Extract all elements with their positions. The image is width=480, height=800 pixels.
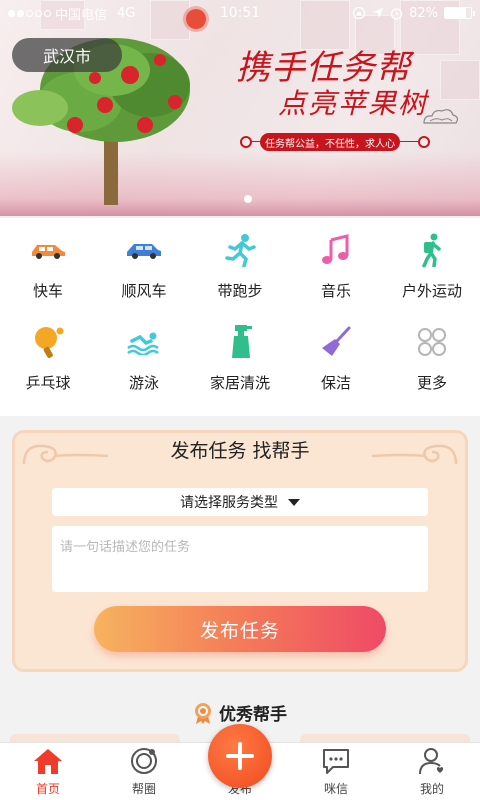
tab-label: 咪信 <box>323 782 348 796</box>
plus-icon <box>226 742 254 770</box>
ping-pong-icon <box>28 322 68 362</box>
category-home-cleaning[interactable]: 家居清洗 <box>192 322 288 414</box>
runner-icon <box>220 230 260 270</box>
sun-decoration <box>186 9 206 29</box>
category-label: 更多 <box>416 374 447 392</box>
music-note-icon <box>316 230 356 270</box>
network-type: 4G <box>117 5 136 21</box>
helper-card-peek <box>300 734 470 742</box>
category-housekeeping[interactable]: 保洁 <box>288 322 384 414</box>
excellent-helpers-title: 优秀帮手 <box>219 705 287 725</box>
tab-help-circle[interactable]: 帮圈 <box>96 743 192 800</box>
grid-more-icon <box>412 322 452 362</box>
service-type-value: 请选择服务类型 <box>180 495 278 511</box>
alarm-icon <box>390 7 403 20</box>
category-outdoor-sports[interactable]: 户外运动 <box>384 230 480 322</box>
broom-icon <box>316 322 356 362</box>
banner-slogan: 携手任务帮 点亮苹果树 任务帮公益，不任性，求人心 <box>230 40 470 160</box>
tab-profile[interactable]: 我的 <box>384 743 480 800</box>
publish-task-card: 发布任务 找帮手 请选择服务类型 发布任务 <box>12 430 468 672</box>
task-description-input[interactable] <box>52 526 428 592</box>
category-more[interactable]: 更多 <box>384 322 480 414</box>
slogan-tagline: 任务帮公益，不任性，求人心 <box>260 133 400 151</box>
circle-icon <box>128 745 160 777</box>
sedan-icon <box>124 230 164 270</box>
helper-card-peek <box>10 734 180 742</box>
hiker-icon <box>412 230 452 270</box>
city-selector-button[interactable]: 武汉市 <box>12 38 122 72</box>
category-label: 快车 <box>32 282 63 300</box>
slogan-line-2: 点亮苹果树 <box>278 87 429 120</box>
category-label: 乒乓球 <box>25 374 71 392</box>
medal-icon <box>195 702 211 724</box>
tab-label: 首页 <box>35 782 60 796</box>
publish-card-title: 发布任务 找帮手 <box>170 440 310 462</box>
carrier-name: 中国电信 <box>55 7 108 23</box>
user-icon <box>416 745 448 777</box>
service-type-dropdown[interactable]: 请选择服务类型 <box>52 488 428 516</box>
publish-task-button[interactable]: 发布任务 <box>94 606 386 652</box>
banner-carousel[interactable]: 中国电信 4G 10:51 82% 武汉市 携手任务帮 点亮苹果树 任务帮公益，… <box>0 0 480 216</box>
category-label: 音乐 <box>320 282 351 300</box>
tab-home[interactable]: 首页 <box>0 743 96 800</box>
car-icon <box>28 230 68 270</box>
category-label: 户外运动 <box>401 282 462 300</box>
status-bar: 中国电信 4G 10:51 82% <box>0 0 480 26</box>
battery-icon <box>444 7 475 19</box>
chat-icon <box>320 745 352 777</box>
lock-rotation-icon <box>352 6 366 20</box>
category-swimming[interactable]: 游泳 <box>96 322 192 414</box>
category-carpool[interactable]: 顺风车 <box>96 230 192 322</box>
spray-bottle-icon <box>220 322 260 362</box>
category-label: 带跑步 <box>217 282 263 300</box>
caret-down-icon <box>288 498 300 506</box>
carousel-indicator <box>244 195 252 203</box>
category-label: 顺风车 <box>121 282 167 300</box>
category-ping-pong[interactable]: 乒乓球 <box>0 322 96 414</box>
category-running[interactable]: 带跑步 <box>192 230 288 322</box>
category-label: 保洁 <box>320 374 351 392</box>
home-icon <box>32 745 64 777</box>
category-express-car[interactable]: 快车 <box>0 230 96 322</box>
excellent-helpers-header: 优秀帮手 <box>0 700 480 725</box>
tab-label: 帮圈 <box>131 782 156 796</box>
service-category-grid: 快车 顺风车 带跑步 音乐 户外运动 乒乓球 游泳 家居清洗 保洁 更多 <box>0 218 480 416</box>
battery-percent: 82% <box>409 5 438 21</box>
location-arrow-icon <box>373 8 384 18</box>
category-music[interactable]: 音乐 <box>288 230 384 322</box>
tab-messages[interactable]: 咪信 <box>288 743 384 800</box>
category-label: 家居清洗 <box>209 374 270 392</box>
cloud-decoration-icon <box>423 109 459 124</box>
slogan-right-circle <box>418 136 430 148</box>
tab-label: 我的 <box>419 782 444 796</box>
category-label: 游泳 <box>128 374 159 392</box>
slogan-left-circle <box>240 136 252 148</box>
clock: 10:51 <box>219 5 261 21</box>
signal-strength-icon <box>8 9 51 17</box>
publish-plus-button[interactable] <box>208 724 272 788</box>
swimmer-icon <box>124 322 164 362</box>
